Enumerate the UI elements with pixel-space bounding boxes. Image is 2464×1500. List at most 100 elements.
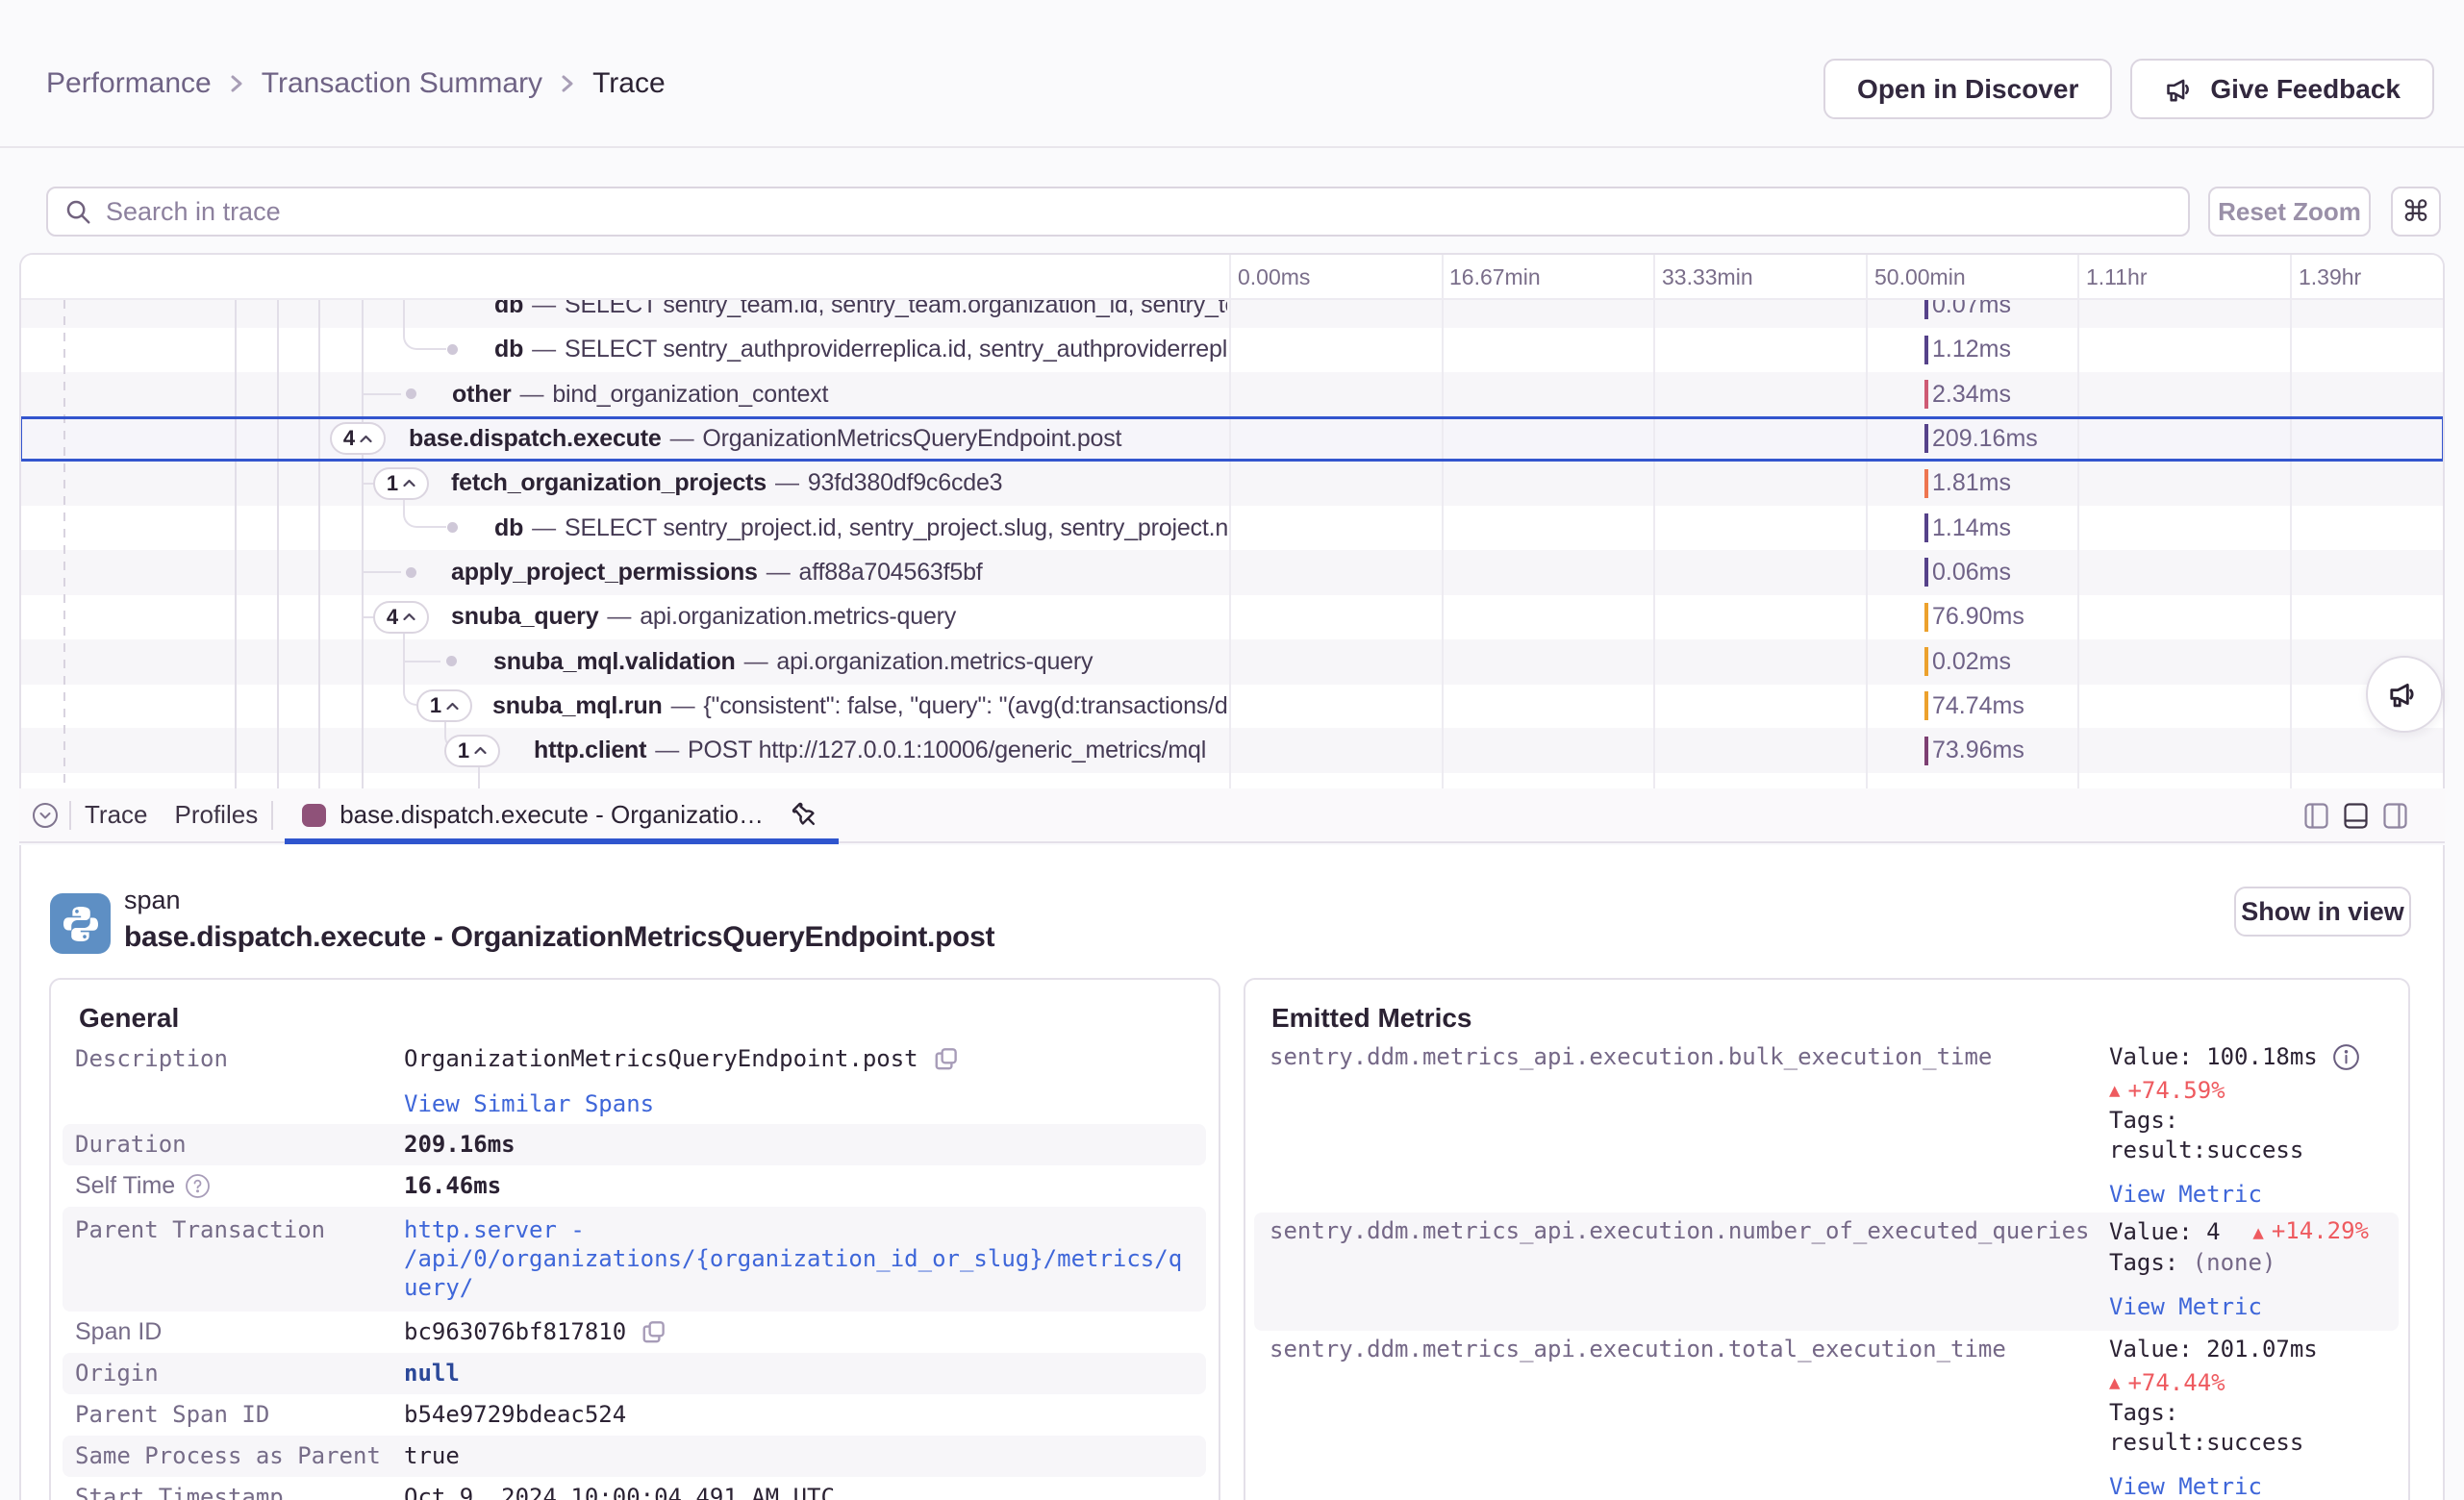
span-op: snuba_mql.run [492, 692, 663, 719]
span-bar[interactable] [1924, 647, 1928, 676]
search-input[interactable] [106, 197, 2173, 227]
view-metric-link[interactable]: View Metric [2109, 1180, 2369, 1210]
breadcrumb-performance[interactable]: Performance [46, 67, 212, 100]
tabs-menu-button[interactable] [32, 802, 59, 829]
tree-connector [403, 300, 446, 350]
chip-count: 1 [430, 693, 441, 718]
tree-connector [363, 571, 401, 573]
copy-icon[interactable] [931, 1045, 960, 1074]
span-bar[interactable] [1924, 380, 1928, 409]
span-bar[interactable] [1924, 737, 1928, 765]
emitted-metrics-card: Emitted Metrics sentry.ddm.metrics_api.e… [1244, 978, 2410, 1500]
layout-bottom-panel-icon[interactable] [2344, 803, 2368, 829]
breadcrumb-transaction-summary[interactable]: Transaction Summary [262, 67, 542, 100]
info-icon[interactable] [2332, 1043, 2360, 1071]
span-children-chip[interactable]: 1 [416, 689, 472, 722]
pin-icon[interactable] [789, 799, 821, 832]
span-children-chip[interactable]: 1 [373, 467, 429, 500]
time-gridline [2077, 253, 2079, 788]
span-description: SELECT sentry_project.id, sentry_project… [565, 514, 1227, 541]
layout-right-panel-icon[interactable] [2383, 803, 2407, 829]
span-row[interactable] [19, 327, 2445, 372]
layout-left-panel-icon[interactable] [2304, 803, 2328, 829]
time-gridline [1442, 253, 1444, 788]
open-in-discover-button[interactable]: Open in Discover [1823, 59, 2112, 119]
span-bar[interactable] [1924, 336, 1928, 364]
trace-waterfall-panel: 4 1 4 1 1 db—SELECT sentry_team.id, sent… [19, 253, 2445, 788]
span-label[interactable]: db—SELECT sentry_project.id, sentry_proj… [494, 506, 1227, 551]
span-row[interactable] [19, 506, 2445, 551]
give-feedback-button[interactable]: Give Feedback [2130, 59, 2434, 119]
view-similar-spans-link[interactable]: View Similar Spans [404, 1090, 654, 1117]
span-duration: 0.02ms [1932, 639, 2011, 685]
time-tick-label: 33.33min [1662, 253, 1753, 300]
triangle-up-icon: ▲ [2252, 1222, 2263, 1243]
metric-change-value: +74.44% [2127, 1368, 2225, 1398]
span-separator: — [646, 737, 688, 763]
span-label[interactable]: fetch_organization_projects—93fd380df9c6… [451, 461, 1227, 506]
span-bar[interactable] [1924, 558, 1928, 587]
feedback-fab-button[interactable] [2366, 656, 2443, 733]
kv-row-span-id: Span ID bc963076bf817810 [63, 1312, 1206, 1353]
kv-row-same-process: Same Process as Parent true [63, 1436, 1206, 1477]
help-icon[interactable] [185, 1173, 211, 1199]
span-children-chip[interactable]: 1 [444, 735, 500, 767]
view-metric-link[interactable]: View Metric [2109, 1292, 2369, 1322]
span-row[interactable] [19, 728, 2445, 773]
header-divider [0, 146, 2464, 148]
view-metric-link[interactable]: View Metric [2109, 1472, 2369, 1500]
shortcut-cmd-button[interactable]: ⌘ [2391, 187, 2441, 237]
span-children-chip[interactable]: 4 [373, 601, 429, 634]
trace-search [46, 187, 2190, 237]
search-icon [63, 197, 92, 226]
copy-icon[interactable] [639, 1318, 667, 1347]
time-tick-label: 0.00ms [1238, 253, 1310, 300]
chevron-right-icon [560, 71, 575, 96]
span-label[interactable]: http.client—POST http://127.0.0.1:10006/… [534, 728, 1227, 773]
time-gridline [2290, 253, 2292, 788]
span-op: fetch_organization_projects [451, 469, 767, 496]
span-bar[interactable] [1924, 691, 1928, 720]
span-row[interactable] [19, 684, 2445, 729]
span-label[interactable]: snuba_mql.run—{"consistent": false, "que… [492, 684, 1227, 729]
span-label[interactable]: snuba_query—api.organization.metrics-que… [451, 594, 1227, 639]
span-label[interactable]: other—bind_organization_context [452, 372, 1227, 417]
span-bar[interactable] [1924, 469, 1928, 498]
selected-row-outline [19, 416, 2445, 462]
parent-transaction-link[interactable]: http.server - /api/0/organizations/{orga… [404, 1216, 1182, 1301]
time-gridline [1866, 253, 1868, 788]
tree-connector [235, 300, 237, 788]
chevron-down-circle-icon [32, 802, 59, 829]
megaphone-icon [2387, 677, 2422, 712]
reset-zoom-button[interactable]: Reset Zoom [2208, 187, 2371, 237]
span-bar[interactable] [1924, 603, 1928, 632]
span-separator: — [598, 603, 640, 630]
span-label[interactable]: db—SELECT sentry_authproviderreplica.id,… [494, 327, 1227, 372]
kv-row-self-time: Self Time 16.46ms [63, 1165, 1206, 1207]
span-duration: 76.90ms [1932, 594, 2024, 639]
span-separator: — [523, 336, 565, 362]
span-row[interactable] [19, 639, 2445, 685]
time-tick-label: 16.67min [1449, 253, 1541, 300]
megaphone-icon [2164, 73, 2197, 106]
span-separator: — [767, 469, 808, 496]
tab-trace[interactable]: Trace [71, 788, 162, 842]
tab-profiles[interactable]: Profiles [162, 788, 272, 842]
span-detail-panel: span base.dispatch.execute - Organizatio… [19, 845, 2445, 1500]
metric-row: sentry.ddm.metrics_api.execution.bulk_ex… [1254, 1038, 2399, 1212]
tree-connector [277, 300, 279, 788]
detail-tab-bar: Trace Profiles base.dispatch.execute - O… [19, 788, 2445, 843]
span-label[interactable]: snuba_mql.validation—api.organization.me… [493, 639, 1227, 685]
metric-row: sentry.ddm.metrics_api.execution.total_e… [1254, 1331, 2399, 1500]
give-feedback-label: Give Feedback [2210, 74, 2401, 105]
span-op: http.client [534, 737, 646, 763]
time-axis[interactable] [19, 253, 2445, 300]
span-description: {"consistent": false, "query": "(avg(d:t… [703, 692, 1227, 719]
span-duration: 2.34ms [1932, 372, 2011, 417]
span-bar[interactable] [1924, 513, 1928, 542]
chevron-up-icon [403, 479, 415, 488]
tab-span-detail[interactable]: base.dispatch.execute - OrganizationMetr… [285, 788, 839, 842]
show-in-view-button[interactable]: Show in view [2234, 887, 2411, 937]
span-row[interactable] [19, 773, 2445, 788]
span-label[interactable]: apply_project_permissions—aff88a704563f5… [451, 550, 1227, 595]
